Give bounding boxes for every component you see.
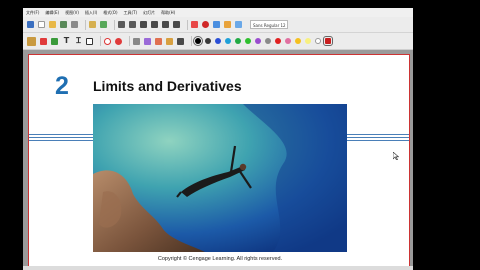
menu-tools[interactable]: 工具(T) (124, 10, 138, 16)
color-swatch-white[interactable] (315, 38, 321, 44)
previous-slide-icon[interactable] (151, 21, 158, 28)
toolbar-separator (187, 19, 188, 30)
undo-icon[interactable] (118, 21, 125, 28)
copyright-text: Copyright © Cengage Learning. All rights… (157, 256, 283, 262)
color-swatch-gray[interactable] (205, 38, 211, 44)
status-bar (23, 266, 413, 270)
menu-insert[interactable]: 插入(I) (85, 10, 97, 16)
font-select[interactable]: Sans Regular 12 (250, 20, 288, 29)
rotate-icon[interactable] (104, 37, 111, 45)
mouse-cursor-icon (393, 152, 399, 160)
cover-photo-cliff-diver (93, 104, 347, 252)
menu-edit[interactable]: 编辑(E) (45, 10, 59, 16)
color-swatch-pale-yellow[interactable] (305, 38, 311, 44)
decorative-stripes-right (347, 134, 409, 144)
paste-icon[interactable] (100, 21, 107, 28)
menu-help[interactable]: 帮助(H) (161, 10, 175, 16)
main-toolbar: Sans Regular 12 (23, 17, 413, 33)
color-swatch-yellow[interactable] (295, 38, 301, 44)
presentation-app-window: 文件(F) 编辑(E) 视图(V) 插入(I) 格式(O) 工具(T) 幻灯片 … (23, 8, 413, 270)
toolbar-separator (100, 36, 101, 46)
menu-bar: 文件(F) 编辑(E) 视图(V) 插入(I) 格式(O) 工具(T) 幻灯片 … (23, 8, 413, 17)
color-swatch-pink[interactable] (285, 38, 291, 44)
color-swatch-black[interactable] (193, 36, 203, 46)
eraser-icon[interactable] (51, 37, 58, 45)
decorative-stripes-left (29, 134, 93, 144)
line-style-icon[interactable] (133, 37, 140, 45)
redo-icon[interactable] (129, 21, 136, 28)
pen-tool-icon[interactable] (27, 36, 36, 46)
menu-file[interactable]: 文件(F) (26, 10, 39, 16)
toolbar-separator (114, 19, 115, 30)
save-icon[interactable] (27, 21, 34, 28)
first-slide-icon[interactable] (140, 21, 147, 28)
color-swatch-cyan[interactable] (225, 38, 231, 44)
text-tool-icon[interactable]: T (62, 37, 71, 45)
rectangle-tool-icon[interactable] (86, 37, 93, 45)
slide: 2 Limits and Derivatives Copyright © Cen… (28, 54, 410, 268)
color-swatch-dark-red[interactable] (323, 36, 333, 46)
color-swatch-green[interactable] (235, 38, 241, 44)
color-swatch-silver[interactable] (265, 38, 271, 44)
color-swatch-blue[interactable] (215, 38, 221, 44)
table-icon[interactable] (235, 21, 242, 28)
drawing-toolbar: T Ɪ (23, 33, 413, 50)
stamp-icon[interactable] (166, 37, 173, 45)
toolbar-separator (85, 19, 86, 30)
highlighter-icon[interactable] (40, 37, 47, 45)
print-icon[interactable] (71, 21, 78, 28)
image-icon[interactable] (224, 21, 231, 28)
insert-shape-icon[interactable] (191, 21, 198, 28)
color-picker-icon[interactable] (115, 37, 122, 45)
color-swatch-light-green[interactable] (245, 38, 251, 44)
last-slide-icon[interactable] (173, 21, 180, 28)
text-box-icon[interactable]: Ɪ (74, 37, 83, 45)
arrow-tool-icon[interactable] (177, 37, 184, 45)
new-document-icon[interactable] (38, 21, 45, 28)
record-icon[interactable] (202, 21, 209, 28)
color-swatch-red[interactable] (275, 38, 281, 44)
menu-view[interactable]: 视图(V) (65, 10, 79, 16)
chapter-number: 2 (55, 72, 69, 100)
fill-icon[interactable] (155, 37, 162, 45)
grid-icon[interactable] (213, 21, 220, 28)
slide-canvas: 2 Limits and Derivatives Copyright © Cen… (23, 50, 413, 270)
chapter-title: Limits and Derivatives (93, 78, 242, 94)
export-icon[interactable] (60, 21, 67, 28)
toolbar-separator (129, 36, 130, 46)
toolbar-separator (191, 36, 192, 46)
color-swatch-purple[interactable] (255, 38, 261, 44)
shapes-icon[interactable] (144, 37, 151, 45)
next-slide-icon[interactable] (162, 21, 169, 28)
open-folder-icon[interactable] (49, 21, 56, 28)
copy-icon[interactable] (89, 21, 96, 28)
menu-format[interactable]: 格式(O) (103, 10, 117, 16)
menu-slides[interactable]: 幻灯片 (143, 10, 155, 16)
